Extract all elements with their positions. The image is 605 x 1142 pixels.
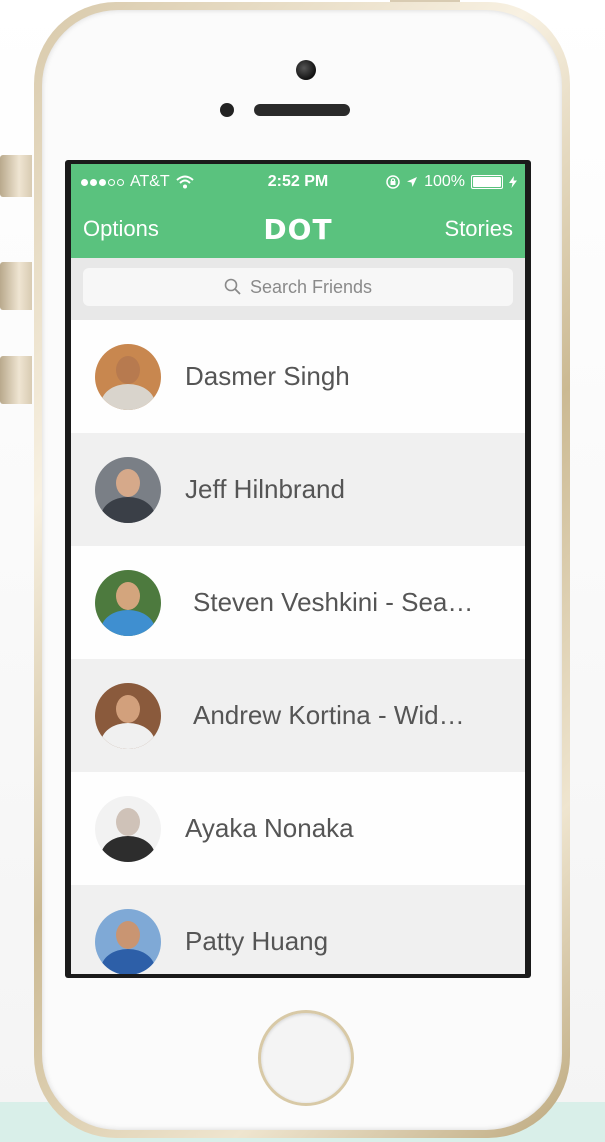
avatar — [95, 682, 161, 749]
friend-row[interactable]: Jeff Hilnbrand — [71, 433, 525, 546]
search-placeholder: Search Friends — [249, 276, 373, 297]
friend-name: Dasmer Singh — [185, 361, 350, 391]
avatar — [95, 456, 161, 523]
proximity-sensor — [220, 103, 234, 117]
battery-icon — [471, 175, 503, 189]
earpiece-speaker — [254, 104, 350, 116]
home-button[interactable] — [258, 1010, 354, 1106]
mute-switch — [0, 155, 32, 197]
friend-row[interactable]: Andrew Kortina - Wid… — [71, 659, 525, 772]
avatar — [95, 343, 161, 410]
navigation-bar: Options DOT Stories — [71, 200, 525, 258]
friend-name: Ayaka Nonaka — [185, 813, 354, 843]
status-bar: AT&T 2:52 PM 100% — [71, 164, 525, 200]
friend-name: Steven Veshkini - Sea… — [193, 587, 474, 617]
friend-row[interactable]: Ayaka Nonaka — [71, 772, 525, 885]
volume-up-button — [0, 262, 32, 310]
avatar — [95, 795, 161, 862]
friend-row[interactable]: Steven Veshkini - Sea… — [71, 546, 525, 659]
battery-percent: 100% — [424, 173, 465, 190]
stories-button[interactable]: Stories — [445, 216, 513, 242]
front-camera — [296, 60, 316, 80]
friend-name: Patty Huang — [185, 926, 329, 956]
app-display: AT&T 2:52 PM 100% Options DOT Stories Se… — [71, 164, 525, 974]
charging-icon — [509, 176, 517, 188]
search-input[interactable]: Search Friends — [83, 268, 513, 306]
friend-row[interactable]: Patty Huang — [71, 885, 525, 974]
friends-list: Dasmer Singh Jeff Hilnbrand Steven Veshk… — [71, 320, 525, 974]
avatar — [95, 908, 161, 974]
stage: AT&T 2:52 PM 100% Options DOT Stories Se… — [0, 0, 605, 1142]
screen: AT&T 2:52 PM 100% Options DOT Stories Se… — [65, 160, 531, 978]
friend-row[interactable]: Dasmer Singh — [71, 320, 525, 433]
rotation-lock-icon — [386, 175, 400, 189]
search-icon — [224, 278, 241, 295]
avatar — [95, 569, 161, 636]
search-bar: Search Friends — [71, 258, 525, 320]
volume-down-button — [0, 356, 32, 404]
friend-name: Andrew Kortina - Wid… — [193, 700, 465, 730]
friend-name: Jeff Hilnbrand — [185, 474, 345, 504]
location-icon — [407, 177, 418, 187]
